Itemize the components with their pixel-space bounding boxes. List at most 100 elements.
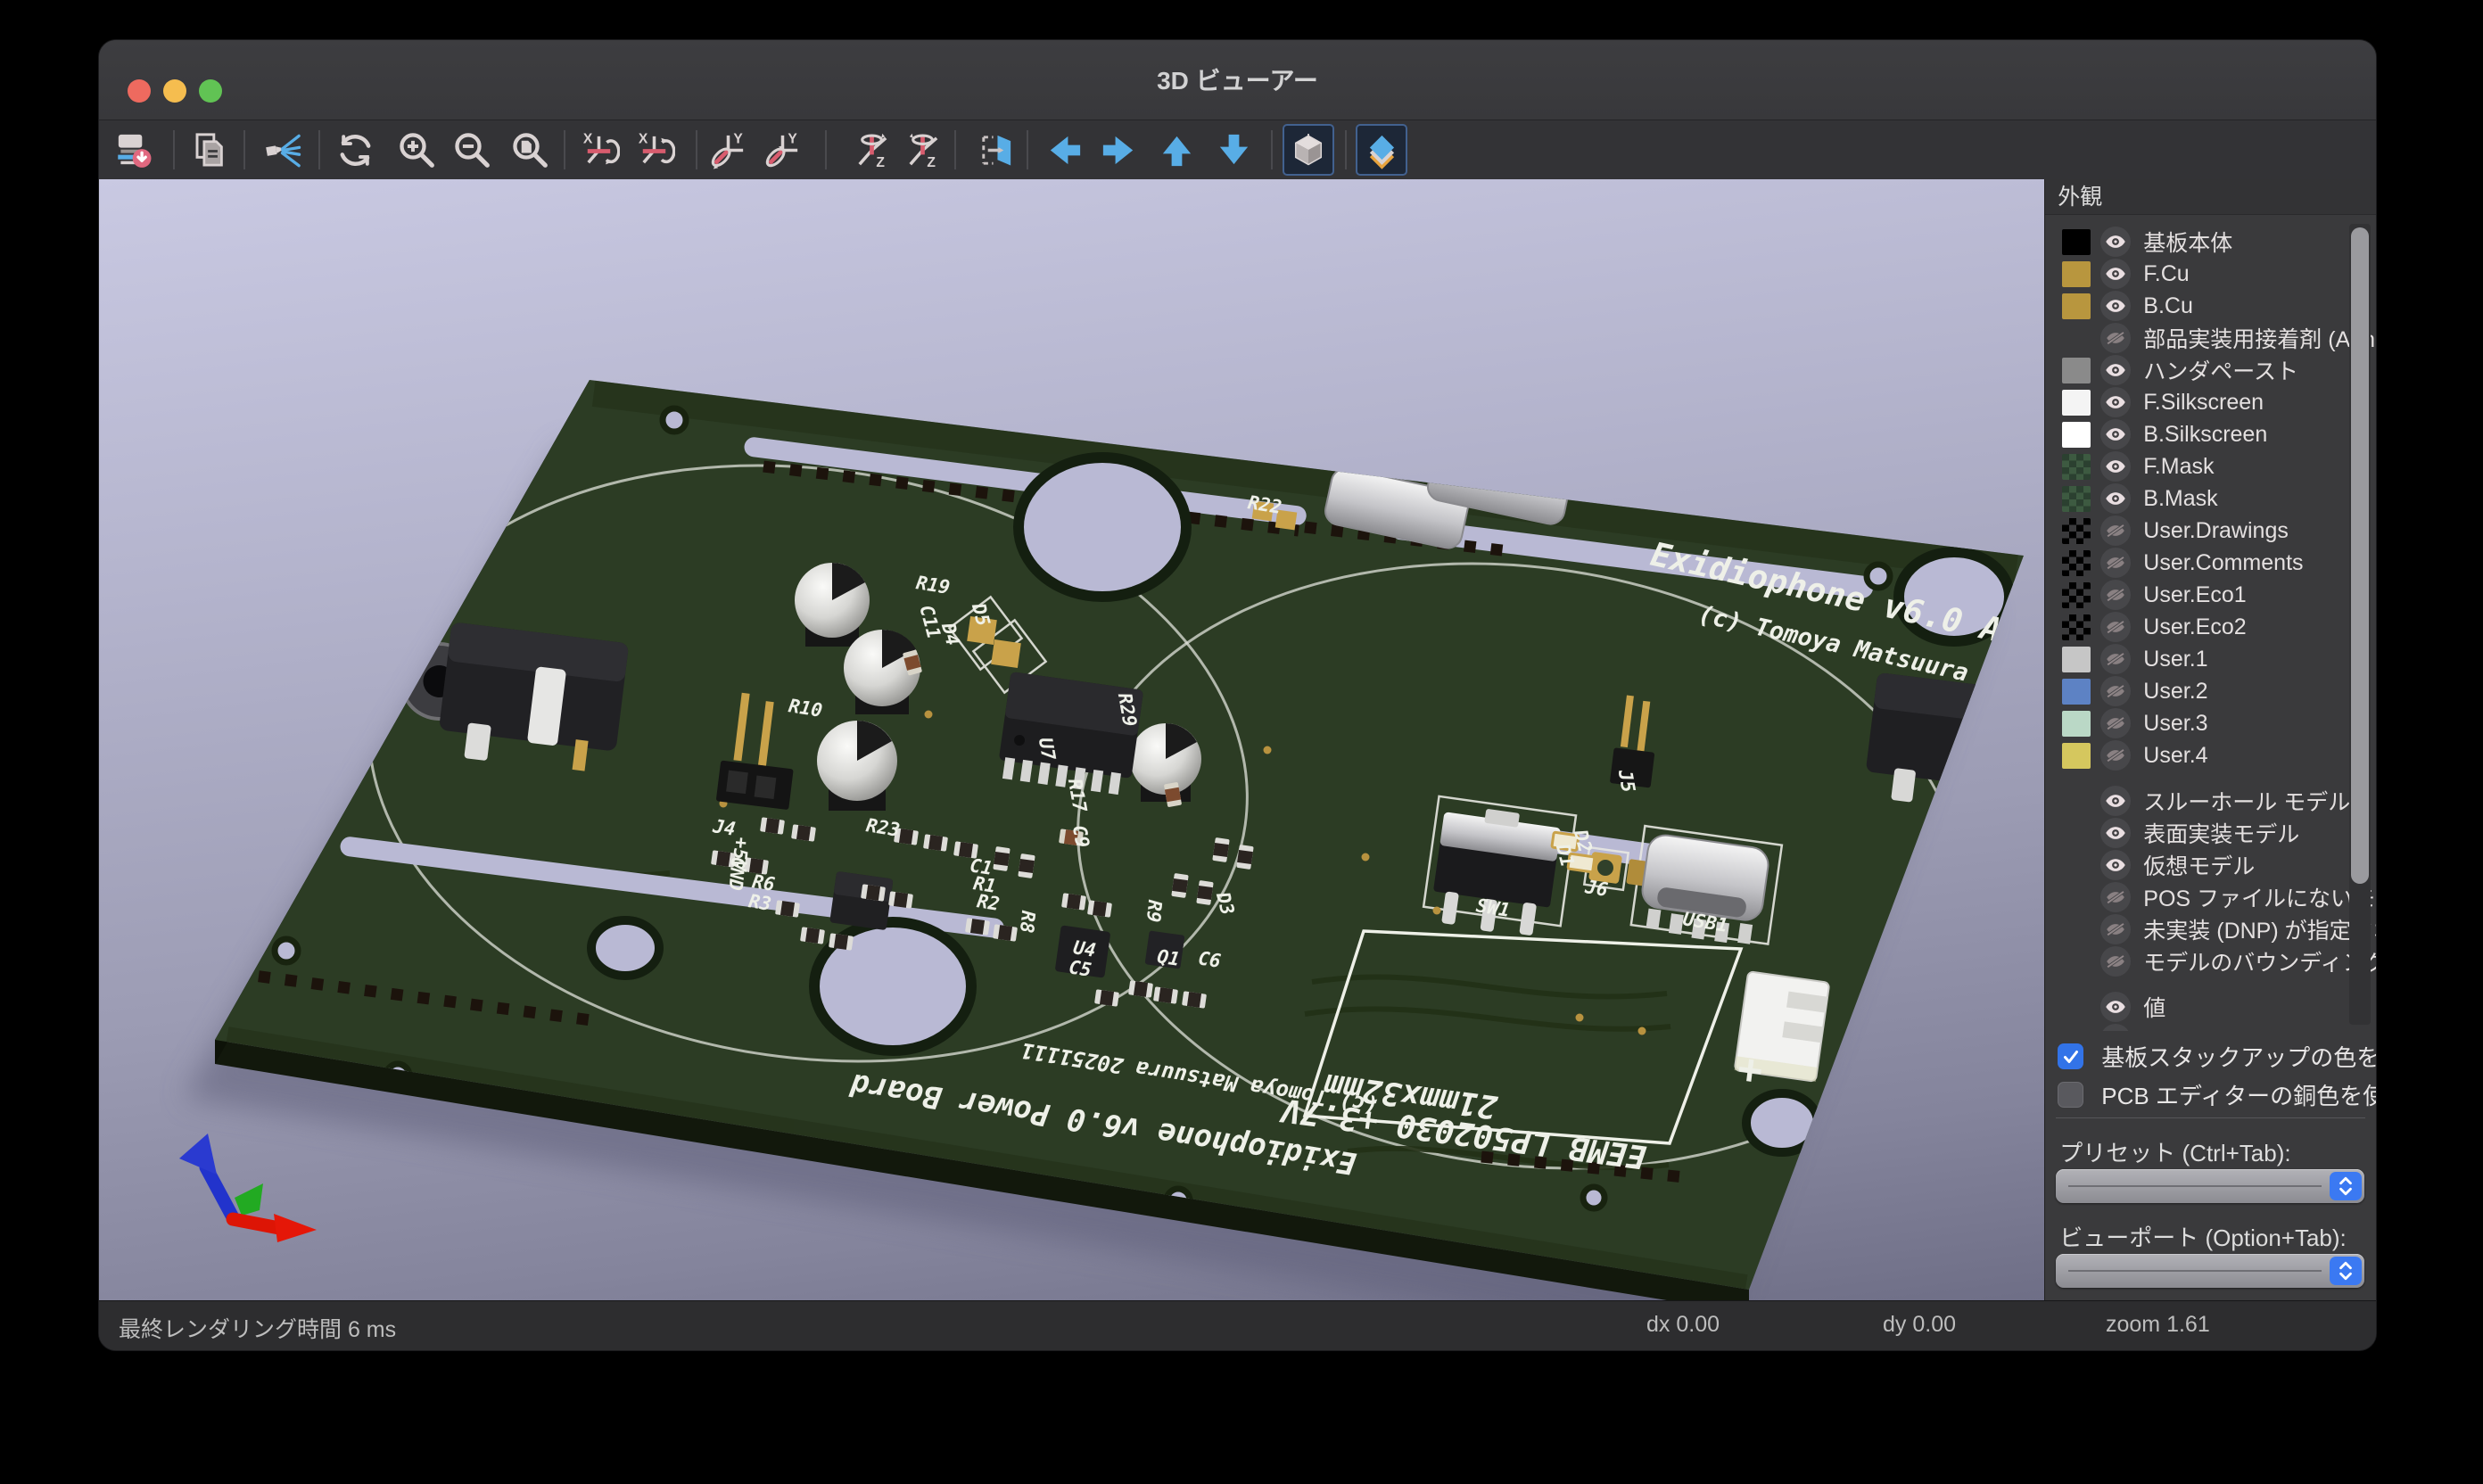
rotate-x-ccw-button[interactable]: X (630, 125, 678, 175)
flip-board-button[interactable] (971, 125, 1019, 175)
preset-combobox[interactable] (2056, 1169, 2364, 1203)
export-image-button[interactable] (109, 125, 157, 175)
refdes-text: C6 (1197, 947, 1223, 972)
scrollbar-thumb[interactable] (2351, 227, 2369, 884)
layer-row[interactable]: 部品実装用接着剤 (Adhesive) (2045, 322, 2376, 354)
layer-row[interactable]: 値 (2045, 991, 2376, 1023)
use-stackup-colors-row[interactable]: 基板スタックアップの色を使用 (2058, 1040, 2377, 1073)
visibility-eye-icon[interactable] (2100, 291, 2131, 321)
visibility-eye-off-icon[interactable] (2100, 708, 2131, 738)
visibility-eye-off-icon[interactable] (2100, 946, 2131, 977)
visibility-eye-off-icon[interactable] (2100, 882, 2131, 912)
visibility-eye-icon[interactable] (2100, 419, 2131, 449)
visibility-eye-off-icon[interactable] (2100, 612, 2131, 642)
refdes-text: GND (724, 856, 748, 892)
layer-color-swatch[interactable] (2062, 390, 2091, 416)
layer-row[interactable]: ハンダペースト (2045, 354, 2376, 386)
layer-row[interactable]: スルーホール モデル (2045, 785, 2376, 817)
copy-image-button[interactable] (186, 125, 234, 175)
visibility-eye-icon[interactable] (2100, 259, 2131, 289)
layer-color-swatch[interactable] (2062, 261, 2091, 287)
use-pcb-copper-colors-row[interactable]: PCB エディターの銅色を使用 (2058, 1078, 2377, 1111)
layer-color-swatch[interactable] (2062, 679, 2091, 705)
layer-row[interactable]: 未実装 (DNP) が指定されたモデル (2045, 913, 2376, 945)
layer-row[interactable]: B.Cu (2045, 290, 2376, 322)
orthographic-toggle[interactable] (1283, 124, 1334, 176)
move-down-button[interactable] (1209, 125, 1258, 175)
layer-color-swatch[interactable] (2062, 293, 2091, 319)
visibility-eye-icon[interactable] (2100, 451, 2131, 482)
visibility-eye-off-icon[interactable] (2100, 580, 2131, 610)
zoom-to-fit-button[interactable] (506, 125, 554, 175)
layer-row[interactable]: モデルのバウンディングボックス (2045, 945, 2376, 977)
visibility-eye-icon[interactable] (2100, 786, 2131, 816)
layer-color-swatch[interactable] (2062, 229, 2091, 255)
visibility-eye-icon[interactable] (2100, 992, 2131, 1022)
appearance-manager-toggle[interactable] (1356, 124, 1407, 176)
layer-row[interactable]: User.3 (2045, 707, 2376, 739)
visibility-eye-icon[interactable] (2100, 818, 2131, 848)
visibility-eye-off-icon[interactable] (2100, 914, 2131, 944)
move-right-button[interactable] (1094, 125, 1143, 175)
layer-row[interactable]: F.Mask (2045, 450, 2376, 482)
combobox-stepper-icon[interactable] (2330, 1172, 2362, 1200)
checkbox-unchecked[interactable] (2058, 1082, 2083, 1108)
rotate-z-cw-button[interactable]: Z (847, 125, 895, 175)
layer-color-swatch[interactable] (2062, 550, 2091, 576)
visibility-eye-icon[interactable] (2100, 850, 2131, 880)
rotate-y-cw-button[interactable]: Y (704, 125, 752, 175)
visibility-eye-off-icon[interactable] (2100, 548, 2131, 578)
layer-row[interactable]: User.4 (2045, 739, 2376, 771)
rotate-z-ccw-button[interactable]: Z (898, 125, 946, 175)
layer-row[interactable]: User.Eco2 (2045, 611, 2376, 643)
viewport-combobox[interactable] (2056, 1254, 2364, 1288)
layer-color-swatch[interactable] (2062, 422, 2091, 448)
layer-row[interactable]: User.Comments (2045, 547, 2376, 579)
layers-icon (1362, 130, 1401, 169)
checkbox-checked[interactable] (2058, 1043, 2083, 1069)
visibility-eye-off-icon[interactable] (2100, 740, 2131, 771)
visibility-eye-icon[interactable] (2100, 1024, 2131, 1031)
visibility-eye-icon[interactable] (2100, 355, 2131, 385)
layer-color-swatch[interactable] (2062, 518, 2091, 544)
layer-color-swatch[interactable] (2062, 743, 2091, 769)
layer-row[interactable]: 基板本体 (2045, 226, 2376, 258)
layer-row-partial[interactable] (2045, 1023, 2376, 1031)
zoom-in-button[interactable] (392, 125, 441, 175)
visibility-eye-icon[interactable] (2100, 227, 2131, 257)
layer-row[interactable]: POS ファイルにないモデル (2045, 881, 2376, 913)
layer-color-swatch[interactable] (2062, 582, 2091, 608)
layer-color-swatch[interactable] (2062, 486, 2091, 512)
move-up-button[interactable] (1152, 125, 1200, 175)
layer-row[interactable]: 表面実装モデル (2045, 817, 2376, 849)
layer-row[interactable]: User.Drawings (2045, 515, 2376, 547)
layer-row[interactable]: B.Mask (2045, 482, 2376, 515)
redraw-button[interactable] (331, 125, 379, 175)
layer-row[interactable]: F.Silkscreen (2045, 386, 2376, 418)
layer-row[interactable]: F.Cu (2045, 258, 2376, 290)
visibility-eye-icon[interactable] (2100, 483, 2131, 514)
layer-row[interactable]: User.Eco1 (2045, 579, 2376, 611)
layer-color-swatch[interactable] (2062, 711, 2091, 737)
combobox-stepper-icon[interactable] (2330, 1257, 2362, 1285)
visibility-eye-off-icon[interactable] (2100, 323, 2131, 353)
raytracing-button[interactable] (259, 125, 307, 175)
move-left-button[interactable] (1040, 125, 1088, 175)
visibility-eye-off-icon[interactable] (2100, 644, 2131, 674)
visibility-eye-off-icon[interactable] (2100, 515, 2131, 546)
layer-row[interactable]: 仮想モデル (2045, 849, 2376, 881)
layer-row[interactable]: User.1 (2045, 643, 2376, 675)
3d-viewport[interactable]: Exidiophone v6.0 Audio Board(c) Tomoya M… (99, 179, 2044, 1303)
rotate-x-cw-button[interactable]: X (574, 125, 623, 175)
layer-color-swatch[interactable] (2062, 647, 2091, 672)
layer-color-swatch[interactable] (2062, 358, 2091, 383)
layer-row[interactable]: B.Silkscreen (2045, 418, 2376, 450)
layer-color-swatch[interactable] (2062, 454, 2091, 480)
layer-row[interactable]: User.2 (2045, 675, 2376, 707)
visibility-eye-icon[interactable] (2100, 387, 2131, 417)
visibility-eye-off-icon[interactable] (2100, 676, 2131, 706)
layer-color-swatch[interactable] (2062, 614, 2091, 640)
rotate-y-ccw-button[interactable]: Y (758, 125, 806, 175)
scrollbar-track[interactable] (2349, 224, 2371, 1025)
zoom-out-button[interactable] (448, 125, 496, 175)
